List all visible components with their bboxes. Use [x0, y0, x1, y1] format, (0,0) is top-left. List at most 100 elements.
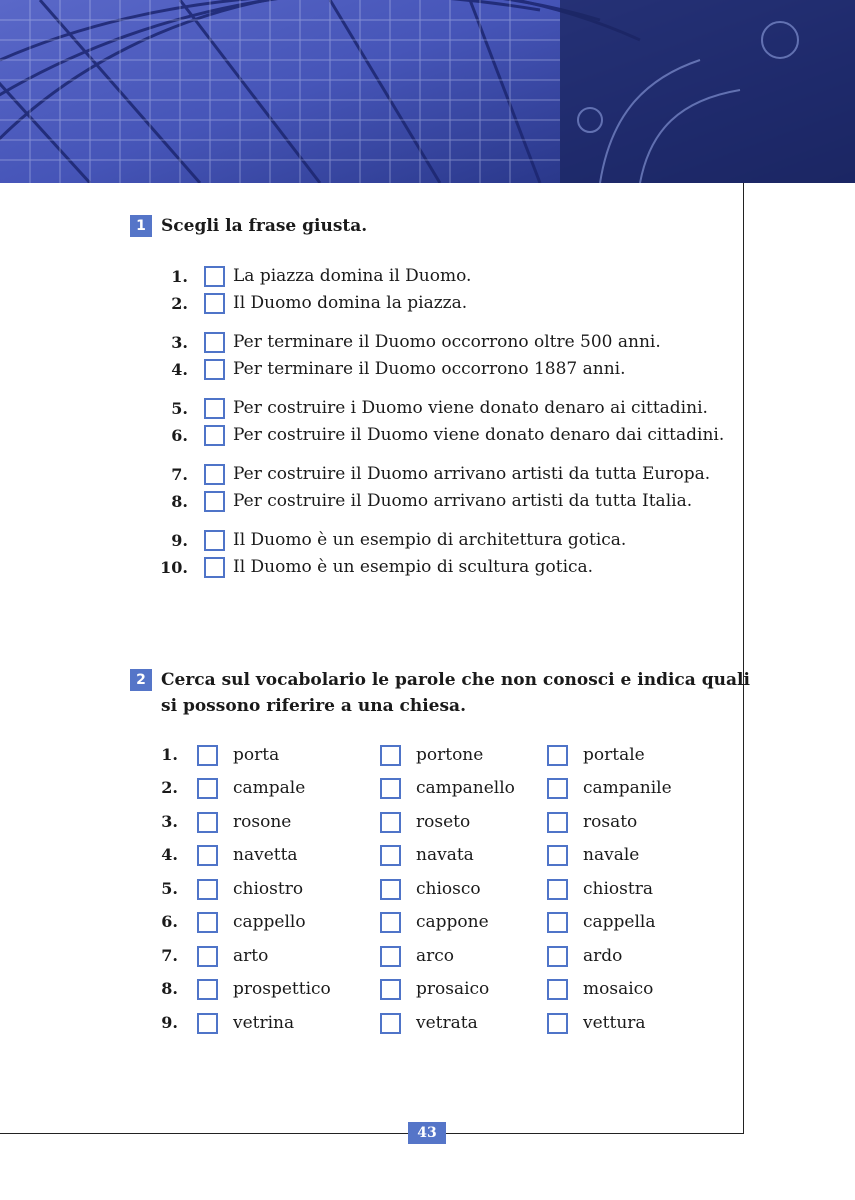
word-label: campale — [233, 778, 306, 798]
word-option: navata — [380, 843, 474, 867]
word-label: rosone — [233, 812, 292, 832]
word-checkbox[interactable] — [547, 878, 568, 900]
word-checkbox[interactable] — [547, 1012, 568, 1034]
word-checkbox[interactable] — [197, 878, 218, 900]
page-frame-bottom — [0, 1133, 744, 1134]
word-option: rosato — [547, 810, 637, 834]
word-checkbox[interactable] — [380, 945, 401, 967]
item-number: 8. — [171, 491, 188, 511]
answer-checkbox[interactable] — [204, 397, 225, 419]
word-row-number: 1. — [161, 745, 178, 764]
word-label: mosaico — [583, 979, 654, 999]
exercise-1-item: 4. Per terminare il Duomo occorrono 1887 … — [160, 357, 626, 381]
word-row-number: 2. — [161, 778, 178, 797]
word-label: prospettico — [233, 979, 331, 999]
answer-checkbox[interactable] — [204, 529, 225, 551]
word-checkbox[interactable] — [197, 911, 218, 933]
word-checkbox[interactable] — [380, 744, 401, 766]
exercise-1-item: 9. Il Duomo è un esempio di architettura … — [160, 528, 626, 552]
word-checkbox[interactable] — [380, 911, 401, 933]
word-label: arco — [416, 946, 455, 966]
word-checkbox[interactable] — [547, 777, 568, 799]
word-checkbox[interactable] — [547, 978, 568, 1000]
word-option: cappone — [380, 910, 489, 934]
word-label: chiostra — [583, 879, 653, 899]
word-label: cappella — [583, 912, 656, 932]
word-option: arto — [197, 944, 268, 968]
answer-checkbox[interactable] — [204, 556, 225, 578]
word-checkbox[interactable] — [380, 878, 401, 900]
word-checkbox[interactable] — [547, 911, 568, 933]
word-option: navale — [547, 843, 639, 867]
word-checkbox[interactable] — [197, 777, 218, 799]
word-option: chiosco — [380, 877, 481, 901]
exercise-1-item: 10. Il Duomo è un esempio di scultura got… — [160, 555, 593, 579]
word-checkbox[interactable] — [197, 744, 218, 766]
word-option: portale — [547, 743, 645, 767]
exercise-2-instruction-line-2: si possono riferire a una chiesa. — [161, 696, 466, 716]
exercise-1-badge: 1 — [130, 215, 152, 237]
answer-checkbox[interactable] — [204, 265, 225, 287]
word-option: vetrina — [197, 1011, 294, 1035]
word-row-number: 4. — [161, 845, 178, 864]
exercise-1-item: 8. Per costruire il Duomo arrivano artist… — [160, 489, 692, 513]
word-label: rosato — [583, 812, 638, 832]
word-checkbox[interactable] — [547, 811, 568, 833]
answer-checkbox[interactable] — [204, 424, 225, 446]
word-label: arto — [233, 946, 269, 966]
exercise-1-item: 5. Per costruire i Duomo viene donato den… — [160, 396, 708, 420]
header-photo-banner — [0, 0, 855, 183]
item-number: 9. — [171, 530, 188, 550]
answer-checkbox[interactable] — [204, 490, 225, 512]
word-checkbox[interactable] — [380, 777, 401, 799]
word-checkbox[interactable] — [197, 844, 218, 866]
exercise-1-instruction: Scegli la frase giusta. — [161, 216, 368, 236]
sentence-text: Il Duomo domina la piazza. — [233, 293, 468, 313]
exercise-1-item: 7. Per costruire il Duomo arrivano artist… — [160, 462, 710, 486]
word-label: portone — [416, 745, 484, 765]
word-checkbox[interactable] — [380, 811, 401, 833]
item-number: 3. — [171, 332, 188, 352]
glass-dome-illustration — [0, 0, 855, 183]
sentence-text: Per costruire il Duomo viene donato dena… — [233, 425, 725, 445]
word-checkbox[interactable] — [197, 978, 218, 1000]
word-checkbox[interactable] — [197, 811, 218, 833]
item-number: 7. — [171, 464, 188, 484]
word-label: portale — [583, 745, 645, 765]
word-checkbox[interactable] — [197, 945, 218, 967]
word-checkbox[interactable] — [547, 945, 568, 967]
sentence-text: La piazza domina il Duomo. — [233, 266, 472, 286]
word-label: chiosco — [416, 879, 481, 899]
word-checkbox[interactable] — [547, 744, 568, 766]
answer-checkbox[interactable] — [204, 331, 225, 353]
word-checkbox[interactable] — [380, 844, 401, 866]
answer-checkbox[interactable] — [204, 358, 225, 380]
exercise-1-item: 1. La piazza domina il Duomo. — [160, 264, 471, 288]
word-label: chiostro — [233, 879, 304, 899]
sentence-text: Per costruire il Duomo arrivano artisti … — [233, 464, 711, 484]
sentence-text: Il Duomo è un esempio di scultura gotica… — [233, 557, 594, 577]
word-label: roseto — [416, 812, 471, 832]
page-frame-right — [743, 183, 744, 1134]
sentence-text: Per terminare il Duomo occorrono 1887 an… — [233, 359, 626, 379]
sentence-text: Per costruire il Duomo arrivano artisti … — [233, 491, 693, 511]
item-number: 4. — [171, 359, 188, 379]
sentence-text: Il Duomo è un esempio di architettura go… — [233, 530, 627, 550]
word-label: navetta — [233, 845, 298, 865]
word-option: cappello — [197, 910, 306, 934]
exercise-2-instruction-line-1: Cerca sul vocabolario le parole che non … — [161, 670, 750, 690]
word-label: prosaico — [416, 979, 490, 999]
word-option: porta — [197, 743, 279, 767]
word-row-number: 5. — [161, 879, 178, 898]
word-row-number: 3. — [161, 812, 178, 831]
word-checkbox[interactable] — [197, 1012, 218, 1034]
word-checkbox[interactable] — [380, 1012, 401, 1034]
word-label: cappone — [416, 912, 489, 932]
word-checkbox[interactable] — [547, 844, 568, 866]
answer-checkbox[interactable] — [204, 463, 225, 485]
word-option: mosaico — [547, 977, 653, 1001]
sentence-text: Per terminare il Duomo occorrono oltre 5… — [233, 332, 661, 352]
word-checkbox[interactable] — [380, 978, 401, 1000]
word-option: prosaico — [380, 977, 489, 1001]
answer-checkbox[interactable] — [204, 292, 225, 314]
